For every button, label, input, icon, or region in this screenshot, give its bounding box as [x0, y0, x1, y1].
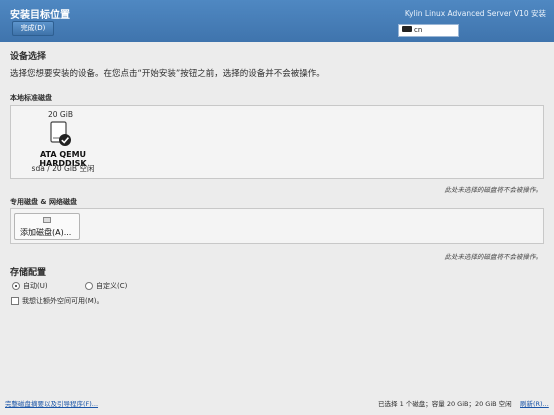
header-bar: 安装目标位置 完成(D) Kylin Linux Advanced Server… [0, 0, 554, 42]
disk-summary-link[interactable]: 完整磁盘摘要以及引导程序(F)... [5, 398, 98, 408]
custom-radio[interactable] [85, 282, 93, 290]
harddisk-icon [50, 121, 71, 146]
custom-partition-option[interactable]: 自定义(C) [85, 281, 127, 291]
disk-info-separator: / [47, 164, 50, 173]
disk-size: 20 GiB [48, 110, 73, 119]
local-disks-note: 此处未选择的磁盘将不会被操作。 [444, 186, 543, 194]
auto-radio[interactable] [12, 282, 20, 290]
extra-space-label: 我想让额外空间可用(M)。 [22, 297, 104, 305]
disk-info: sda / 20 GiB 空闲 [16, 163, 110, 174]
keyboard-layout-label: cn [414, 26, 423, 34]
specialized-disks-panel [10, 208, 544, 244]
add-disk-button[interactable]: 添加磁盘(A)... [14, 213, 80, 240]
disk-free-space: 20 GiB 空闲 [52, 164, 95, 173]
selection-status: 已选择 1 个磁盘；容量 20 GiB；20 GiB 空闲 [378, 400, 512, 408]
local-disks-heading: 本地标准磁盘 [10, 94, 52, 102]
extra-space-option[interactable]: 我想让额外空间可用(M)。 [11, 296, 104, 306]
device-selection-heading: 设备选择 [10, 52, 47, 62]
page-title: 安装目标位置 [10, 10, 70, 21]
extra-space-checkbox[interactable] [11, 297, 19, 305]
device-selection-description: 选择您想要安装的设备。在您点击“开始安装”按钮之前，选择的设备并不会被操作。 [10, 69, 325, 79]
specialized-disks-note: 此处未选择的磁盘将不会被操作。 [444, 253, 543, 261]
auto-label: 自动(U) [23, 282, 48, 290]
disk-device: sda [31, 164, 45, 173]
done-button[interactable]: 完成(D) [12, 21, 54, 36]
disk-icon [43, 217, 51, 223]
specialized-disks-heading: 专用磁盘 & 网络磁盘 [10, 198, 77, 206]
keyboard-layout-indicator[interactable]: cn [398, 24, 459, 37]
installer-title: Kylin Linux Advanced Server V10 安装 [404, 9, 546, 18]
auto-partition-option[interactable]: 自动(U) [12, 281, 48, 291]
custom-label: 自定义(C) [96, 282, 128, 290]
add-disk-label: 添加磁盘(A)... [20, 228, 72, 237]
storage-config-heading: 存储配置 [10, 268, 47, 278]
keyboard-icon [402, 26, 412, 32]
refresh-link[interactable]: 刷新(R)... [520, 398, 549, 408]
